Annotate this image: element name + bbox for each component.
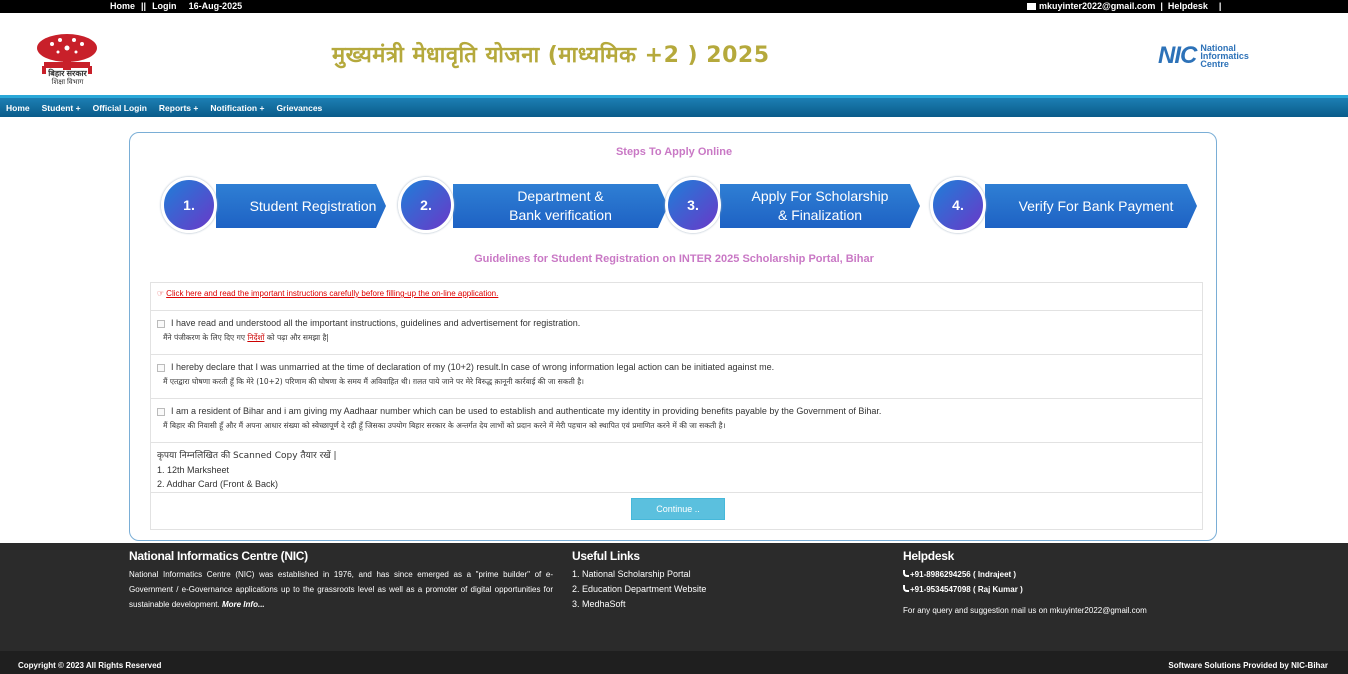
pointing-hand-icon: ☞	[157, 289, 165, 298]
current-date: 16-Aug-2025	[188, 1, 243, 11]
continue-row: Continue ..	[151, 493, 1202, 529]
login-link[interactable]: Login	[152, 1, 177, 11]
nav-student[interactable]: Student +	[42, 103, 81, 113]
step-1-circle: 1.	[161, 177, 217, 233]
footer-links-column: Useful Links 1. National Scholarship Por…	[572, 549, 822, 612]
top-bar: Home || Login 16-Aug-2025 mkuyinter2022@…	[0, 0, 1348, 13]
step-2-circle: 2.	[398, 177, 454, 233]
helpdesk-query: For any query and suggestion mail us on …	[903, 606, 1147, 615]
topbar-divider-tail: |	[1218, 1, 1222, 11]
continue-button[interactable]: Continue ..	[631, 498, 725, 520]
nav-notification[interactable]: Notification +	[210, 103, 264, 113]
copyright-text: Copyright © 2023 All Rights Reserved	[18, 661, 162, 670]
phone-2-text: +91-9534547098 ( Raj Kumar )	[910, 585, 1023, 594]
phone-icon	[903, 570, 909, 577]
declaration-2-hindi: मैं एतद्वारा घोषणा करती हूँ कि मेरे (10+…	[163, 377, 585, 386]
nic-text-line3: Centre	[1200, 59, 1229, 69]
more-info-link[interactable]: More Info...	[222, 600, 265, 609]
main-nav: Home Student + Official Login Reports + …	[0, 95, 1348, 117]
footer-helpdesk-title: Helpdesk	[903, 549, 954, 563]
documents-row: कृपया निम्नलिखित की Scanned Copy तैयार र…	[151, 443, 1202, 493]
guidelines-title: Guidelines for Student Registration on I…	[474, 253, 874, 265]
step-3-circle: 3.	[665, 177, 721, 233]
step-2-arrow: Department & Bank verification	[453, 184, 668, 228]
emblem-caption: बिहार सरकार शिक्षा विभाग	[30, 69, 105, 87]
instructions-link[interactable]: ☞ Click here and read the important instr…	[157, 289, 498, 298]
declaration-1-hindi-a: मैंने पंजीकरण के लिए दिए गए	[163, 333, 248, 342]
step-1-arrow: Student Registration	[216, 184, 386, 228]
declaration-3-checkbox[interactable]	[157, 408, 165, 416]
nav-reports[interactable]: Reports +	[159, 103, 198, 113]
declaration-row-3: I am a resident of Bihar and i am giving…	[151, 399, 1202, 443]
documents-title: कृपया निम्नलिखित की Scanned Copy तैयार र…	[157, 451, 337, 461]
footer-link-education[interactable]: 2. Education Department Website	[572, 582, 822, 597]
instructions-link-text[interactable]: Click here and read the important instru…	[166, 289, 498, 298]
home-link[interactable]: Home	[110, 1, 135, 11]
helpdesk-phone-2: +91-9534547098 ( Raj Kumar )	[903, 582, 1203, 597]
phone-icon	[903, 585, 909, 592]
declaration-1-hindi: मैंने पंजीकरण के लिए दिए गए निर्देशों को…	[163, 333, 329, 343]
step-3-number: 3.	[687, 197, 699, 213]
declaration-1-english: I have read and understood all the impor…	[171, 318, 581, 328]
declaration-row-1: I have read and understood all the impor…	[151, 311, 1202, 355]
bottom-bar: Copyright © 2023 All Rights Reserved Sof…	[0, 651, 1348, 674]
footer-link-medhasoft[interactable]: 3. MedhaSoft	[572, 597, 822, 612]
declaration-1-checkbox[interactable]	[157, 320, 165, 328]
document-item: 1. 12th Marksheet	[157, 465, 230, 475]
guidelines-table: ☞ Click here and read the important instr…	[150, 282, 1203, 530]
helpdesk-phone-1: +91-8986294256 ( Indrajeet )	[903, 567, 1203, 582]
step-4-label: Verify For Bank Payment	[1018, 197, 1174, 214]
step-1-number: 1.	[183, 197, 195, 213]
helpdesk-link[interactable]: Helpdesk	[1168, 1, 1208, 11]
step-2-number: 2.	[420, 197, 432, 213]
emblem-caption-line2: शिक्षा विभाग	[51, 79, 84, 86]
step-3-label: Apply For Scholarship & Finalization	[751, 188, 889, 223]
footer-nic-title: National Informatics Centre (NIC)	[129, 549, 308, 563]
declaration-1-hindi-b: को पढ़ा और समझा है|	[264, 333, 329, 342]
nav-grievances[interactable]: Grievances	[276, 103, 322, 113]
footer-nic-column: National Informatics Centre (NIC) Nation…	[129, 549, 553, 612]
footer-helpdesk-column: Helpdesk +91-8986294256 ( Indrajeet ) +9…	[903, 549, 1203, 618]
declaration-2-english: I hereby declare that I was unmarried at…	[171, 362, 775, 372]
declaration-2-checkbox[interactable]	[157, 364, 165, 372]
declaration-3-english: I am a resident of Bihar and i am giving…	[171, 406, 882, 416]
scheme-title: मुख्यमंत्री मेधावृति योजना (माध्यमिक +2 …	[332, 43, 770, 68]
footer-nic-text: National Informatics Centre (NIC) was es…	[129, 570, 553, 609]
instructions-hindi-link[interactable]: निर्देशों	[247, 333, 264, 342]
phone-1-text: +91-8986294256 ( Indrajeet )	[910, 570, 1017, 579]
nav-home[interactable]: Home	[6, 103, 30, 113]
topbar-separator: ||	[141, 1, 147, 11]
contact-email[interactable]: mkuyinter2022@gmail.com	[1039, 1, 1155, 11]
declaration-3-hindi: मैं बिहार की निवासी हूँ और मैं अपना आधार…	[163, 421, 726, 430]
step-4-circle: 4.	[930, 177, 986, 233]
step-4-arrow: Verify For Bank Payment	[985, 184, 1197, 228]
footer-nic-description: National Informatics Centre (NIC) was es…	[129, 567, 553, 612]
footer-links-title: Useful Links	[572, 549, 640, 563]
topbar-divider: |	[1160, 1, 1163, 11]
emblem-caption-line1: बिहार सरकार	[48, 69, 87, 78]
mail-icon	[1027, 2, 1036, 10]
nic-logo: NIC National Informatics Centre	[1158, 42, 1249, 69]
registration-card: Steps To Apply Online Student Registrati…	[129, 132, 1217, 541]
step-1-label: Student Registration	[249, 197, 377, 214]
bihar-emblem-icon	[37, 34, 97, 74]
declaration-row-2: I hereby declare that I was unmarried at…	[151, 355, 1202, 399]
nic-logo-letters: NIC	[1158, 42, 1197, 69]
documents-list: कृपया निम्नलिखित की Scanned Copy तैयार र…	[157, 449, 337, 491]
footer-link-scholarship[interactable]: 1. National Scholarship Portal	[572, 567, 822, 582]
step-2-label: Department & Bank verification	[509, 188, 612, 223]
step-4-number: 4.	[952, 197, 964, 213]
nic-logo-text: National Informatics Centre	[1200, 44, 1249, 69]
provider-text: Software Solutions Provided by NIC-Bihar	[1168, 661, 1328, 670]
site-header: बिहार सरकार शिक्षा विभाग मुख्यमंत्री मेध…	[0, 13, 1348, 95]
site-footer: National Informatics Centre (NIC) Nation…	[0, 543, 1348, 651]
step-3-arrow: Apply For Scholarship & Finalization	[720, 184, 920, 228]
document-item: 2. Addhar Card (Front & Back)	[157, 479, 279, 489]
instructions-row: ☞ Click here and read the important instr…	[151, 283, 1202, 311]
nav-official-login[interactable]: Official Login	[93, 103, 147, 113]
steps-diagram: Student Registration 1. Department & Ban…	[130, 133, 1218, 243]
